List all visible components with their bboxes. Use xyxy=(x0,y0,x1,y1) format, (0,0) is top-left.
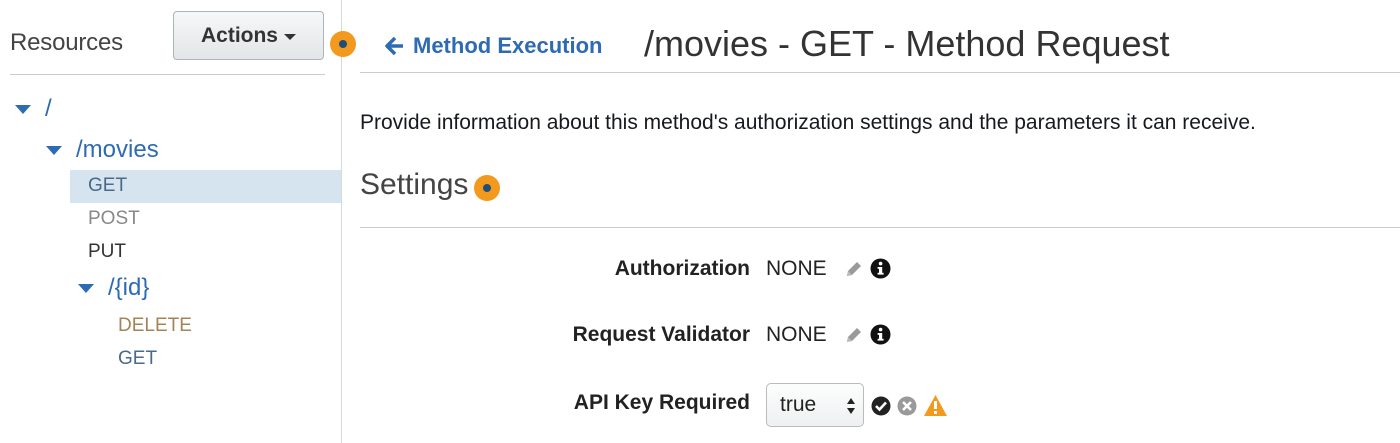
settings-divider xyxy=(360,227,1400,228)
caret-down-icon xyxy=(284,34,296,40)
actions-button[interactable]: Actions xyxy=(173,11,324,60)
api-key-required-label: API Key Required xyxy=(573,391,750,414)
expand-triangle-icon xyxy=(78,283,94,293)
api-gateway-method-request: Resources Actions / /movies GET POST PUT… xyxy=(0,0,1400,443)
method-get-id[interactable]: GET xyxy=(118,348,157,370)
info-icon[interactable] xyxy=(870,258,891,279)
settings-heading: Settings xyxy=(360,168,469,201)
request-validator-label: Request Validator xyxy=(572,323,750,346)
method-description: Provide information about this method's … xyxy=(360,111,1256,134)
tree-item-id[interactable]: /{id} xyxy=(78,274,149,302)
resources-sidebar: Resources Actions / /movies GET POST PUT… xyxy=(0,0,342,443)
header-divider xyxy=(360,72,1400,73)
expand-triangle-icon xyxy=(15,104,31,114)
info-icon[interactable] xyxy=(870,324,891,345)
actions-button-label: Actions xyxy=(200,23,278,47)
tree-item-root-label: / xyxy=(45,95,52,122)
callout-dot-settings xyxy=(474,175,500,201)
method-execution-label: Method Execution xyxy=(413,33,603,58)
pencil-icon[interactable] xyxy=(844,325,864,345)
select-arrows-icon xyxy=(847,398,855,414)
tree-item-root[interactable]: / xyxy=(15,95,52,123)
method-delete-id[interactable]: DELETE xyxy=(118,315,192,337)
resources-title: Resources xyxy=(10,29,123,56)
request-validator-value: NONE xyxy=(766,323,827,346)
api-key-required-value: true xyxy=(780,393,817,416)
callout-dot-actions xyxy=(330,31,356,57)
tree-item-id-label: /{id} xyxy=(108,274,150,301)
authorization-value: NONE xyxy=(766,257,827,280)
arrow-left-icon xyxy=(385,36,403,56)
check-circle-icon[interactable] xyxy=(871,396,891,416)
warning-icon xyxy=(924,395,947,416)
method-put-movies[interactable]: PUT xyxy=(88,241,126,263)
pencil-icon[interactable] xyxy=(844,259,864,279)
method-post-movies[interactable]: POST xyxy=(88,208,140,230)
sidebar-divider xyxy=(10,74,325,75)
expand-triangle-icon xyxy=(46,145,62,155)
method-execution-link[interactable]: Method Execution xyxy=(385,33,602,59)
method-get-movies[interactable]: GET xyxy=(88,175,127,197)
page-title: /movies - GET - Method Request xyxy=(644,23,1170,64)
authorization-label: Authorization xyxy=(614,257,750,280)
tree-item-movies-label: /movies xyxy=(76,136,159,163)
tree-item-movies[interactable]: /movies xyxy=(46,136,159,164)
close-circle-icon[interactable] xyxy=(897,396,917,416)
api-key-required-select[interactable]: true xyxy=(766,383,864,427)
